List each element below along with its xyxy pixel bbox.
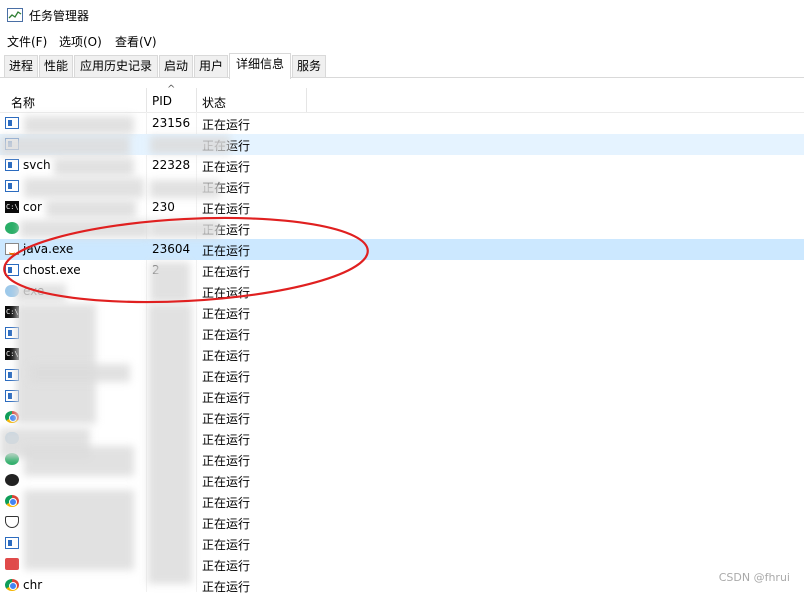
tab-details[interactable]: 详细信息: [229, 53, 291, 79]
watermark: CSDN @fhrui: [718, 571, 790, 584]
annotation-ellipse: [3, 216, 369, 304]
